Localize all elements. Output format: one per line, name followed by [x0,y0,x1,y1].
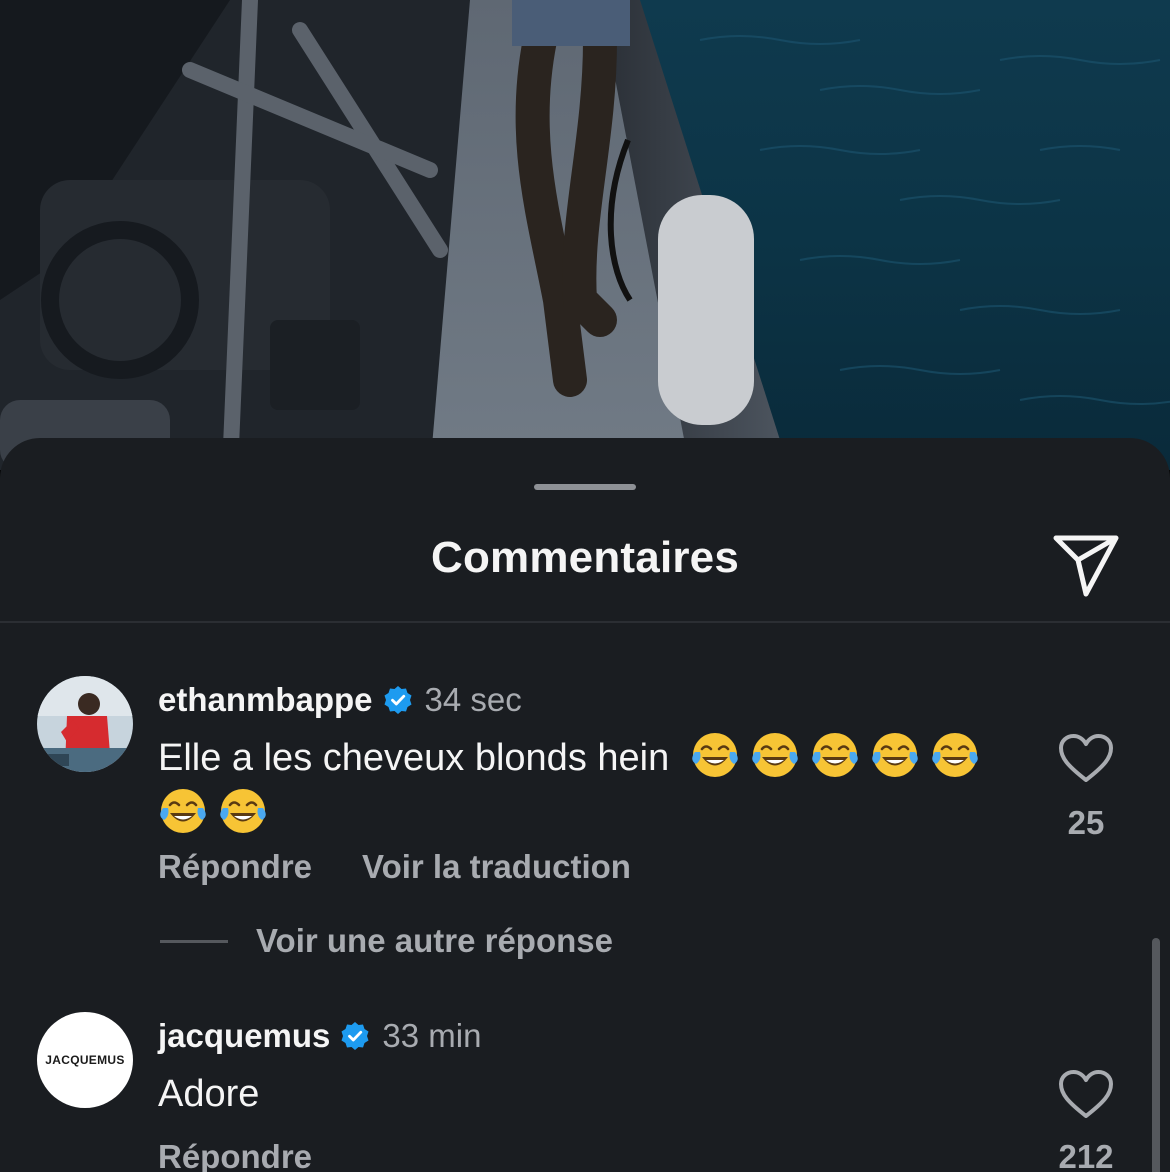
heart-icon[interactable] [1058,734,1114,784]
comment-time: 34 sec [424,681,522,718]
sheet-title: Commentaires [430,533,740,582]
reply-button[interactable]: Répondre [158,848,312,886]
comment-actions: Répondre Voir la traduction [158,848,681,886]
sheet-grabber[interactable] [534,484,636,490]
heart-icon[interactable] [1058,1070,1114,1120]
comment-text: Elle a les cheveux blonds hein [158,730,1018,842]
tears-of-joy-emoji [812,733,859,777]
header-divider [0,621,1170,623]
like-count: 212 [1058,1138,1114,1172]
comment-header: ethanmbappe 34 sec [158,678,522,722]
send-icon[interactable] [1046,522,1126,602]
comment-time: 33 min [382,1017,482,1054]
tears-of-joy-emoji [932,733,979,777]
username[interactable]: ethanmbappe [158,681,373,719]
comment-header: jacquemus 33 min [158,1014,481,1058]
username[interactable]: jacquemus [158,1017,330,1055]
comment-body: Elle a les cheveux blonds hein [158,737,670,779]
reply-button[interactable]: Répondre [158,1138,312,1172]
like-count: 25 [1067,804,1105,841]
tears-of-joy-emoji [160,789,206,833]
comment-actions: Répondre [158,1138,362,1172]
see-translation-button[interactable]: Voir la traduction [362,848,631,886]
tears-of-joy-emoji [220,789,266,833]
scrollbar[interactable] [1152,938,1160,1172]
avatar[interactable] [37,676,133,772]
verified-badge-icon [384,686,412,714]
tears-of-joy-emoji [872,733,919,777]
post-screen: Commentaires ethanmbappe 34 sec Elle a l… [0,0,1170,1172]
tears-of-joy-emoji [692,733,739,777]
post-photo [0,0,1170,470]
replies-divider [160,940,228,943]
comment-text: Adore [158,1073,260,1115]
verified-badge-icon [341,1022,369,1050]
avatar[interactable]: JACQUEMUS [37,1012,133,1108]
jacquemus-logo: JACQUEMUS [45,1053,125,1067]
tears-of-joy-emoji [752,733,799,777]
view-more-replies-button[interactable]: Voir une autre réponse [256,922,613,960]
comments-sheet: Commentaires ethanmbappe 34 sec Elle a l… [0,438,1170,1172]
